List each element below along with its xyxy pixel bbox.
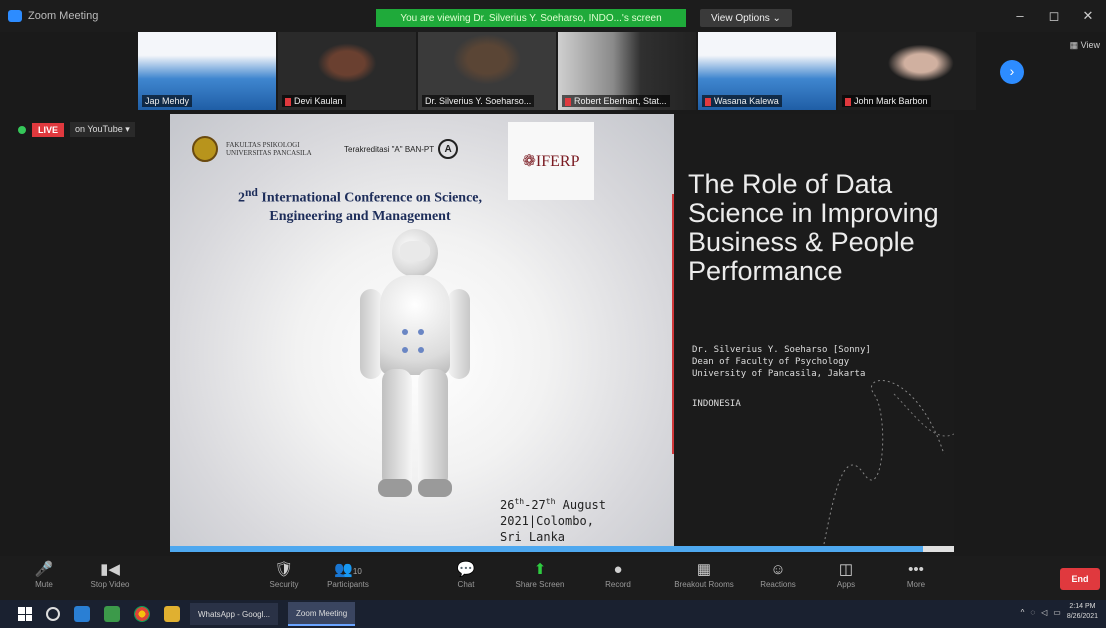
accreditation: Terakreditasi "A" BAN-PT A xyxy=(344,139,459,159)
clock[interactable]: 2:14 PM 8/26/2021 xyxy=(1067,602,1098,622)
search-icon[interactable] xyxy=(46,607,60,621)
slide-progress-fill xyxy=(170,546,923,552)
slide-progress-bar xyxy=(170,546,954,552)
maximize-button[interactable]: ◻ xyxy=(1042,6,1066,26)
shield-status-icon xyxy=(18,125,26,134)
security-button[interactable]: 🛡 Security xyxy=(254,560,314,598)
speaker-info: Dr. Silverius Y. Soeharso [Sonny] Dean o… xyxy=(692,345,871,379)
mail-icon[interactable] xyxy=(74,606,90,622)
battery-icon[interactable]: ▭ xyxy=(1053,608,1061,617)
reactions-icon: ☺ xyxy=(770,561,786,578)
volume-icon[interactable]: ◁ xyxy=(1041,608,1047,617)
next-page-arrow-icon[interactable]: › xyxy=(1000,60,1024,84)
slide-right-panel: The Role of Data Science in Improving Bu… xyxy=(674,114,954,552)
participants-count: 10 xyxy=(352,567,362,576)
network-icon[interactable]: ◌ xyxy=(1030,608,1035,617)
participants-button[interactable]: 👥10 Participants xyxy=(318,560,378,598)
record-button[interactable]: ● Record xyxy=(588,560,648,598)
share-screen-button[interactable]: ⬆ Share Screen xyxy=(510,560,570,598)
live-badge[interactable]: LIVE xyxy=(32,122,65,137)
screen-share-banner: You are viewing Dr. Silverius Y. Soehars… xyxy=(376,9,686,27)
microphone-icon: 🎤 xyxy=(34,561,54,578)
participant-thumbnail[interactable]: Wasana Kalewa xyxy=(698,32,836,110)
muted-mic-icon xyxy=(565,97,571,106)
accreditation-grade: A xyxy=(438,139,459,159)
breakout-rooms-button[interactable]: ▦ Breakout Rooms xyxy=(664,560,744,598)
speaker-country: INDONESIA xyxy=(692,399,741,409)
participant-thumbnail[interactable]: Jap Mehdy xyxy=(138,32,276,110)
chat-button[interactable]: 💬 Chat xyxy=(436,560,496,598)
reactions-button[interactable]: ☺ Reactions xyxy=(748,560,808,598)
more-icon: ••• xyxy=(908,561,924,578)
taskbar-app-zoom[interactable]: Zoom Meeting xyxy=(288,602,356,626)
zoom-app-icon xyxy=(8,10,22,22)
meeting-toolbar: 🎤 Mute ▮◀ Stop Video 🛡 Security 👥10 Part… xyxy=(0,556,1106,600)
view-options-button[interactable]: View Options ⌄ xyxy=(700,9,792,27)
windows-start-icon[interactable] xyxy=(18,607,32,621)
participant-name: Devi Kaulan xyxy=(282,95,346,107)
participant-name: Dr. Silverius Y. Soeharso... xyxy=(422,95,535,107)
participant-thumbnail[interactable]: John Mark Barbon xyxy=(838,32,976,110)
muted-mic-icon xyxy=(285,97,291,106)
participant-strip: Jap Mehdy Devi Kaulan Dr. Silverius Y. S… xyxy=(138,32,976,110)
folder-icon[interactable] xyxy=(164,606,180,622)
breakout-rooms-icon: ▦ xyxy=(696,561,712,578)
taskbar-app-whatsapp[interactable]: WhatsApp - Googl... xyxy=(190,603,279,625)
participant-name: Robert Eberhart, Stat... xyxy=(562,95,670,107)
live-stream-indicator: LIVE on YouTube ▾ xyxy=(18,122,135,137)
windows-taskbar: WhatsApp - Googl... Zoom Meeting ^ ◌ ◁ ▭… xyxy=(0,600,1106,628)
participant-name: Jap Mehdy xyxy=(142,95,193,107)
record-icon: ● xyxy=(613,561,623,578)
astronaut-illustration xyxy=(360,229,470,499)
chrome-icon[interactable] xyxy=(134,606,150,622)
participants-icon: 👥10 xyxy=(334,561,362,578)
shared-screen: FAKULTAS PSIKOLOGI UNIVERSITAS PANCASILA… xyxy=(170,114,954,552)
talk-title: The Role of Data Science in Improving Bu… xyxy=(688,169,939,286)
participant-thumbnail[interactable]: Dr. Silverius Y. Soeharso... xyxy=(418,32,556,110)
more-button[interactable]: ••• More xyxy=(886,560,946,598)
share-screen-icon: ⬆ xyxy=(533,561,547,578)
slide-logo-row: FAKULTAS PSIKOLOGI UNIVERSITAS PANCASILA… xyxy=(192,136,459,162)
document-icon[interactable] xyxy=(104,606,120,622)
tray-chevron-icon[interactable]: ^ xyxy=(1021,608,1025,617)
slide-left-panel: FAKULTAS PSIKOLOGI UNIVERSITAS PANCASILA… xyxy=(170,114,674,552)
accreditation-text: Terakreditasi "A" BAN-PT xyxy=(344,144,435,154)
apps-button[interactable]: ◫ Apps xyxy=(816,560,876,598)
conference-date: 26th-27th August 2021|Colombo, Sri Lanka xyxy=(500,497,606,544)
participant-thumbnail[interactable]: Devi Kaulan xyxy=(278,32,416,110)
muted-mic-icon xyxy=(705,97,711,106)
live-platform-dropdown[interactable]: on YouTube ▾ xyxy=(70,122,135,137)
participant-name: Wasana Kalewa xyxy=(702,95,782,107)
mute-button[interactable]: 🎤 Mute xyxy=(14,560,74,598)
chat-icon: 💬 xyxy=(456,561,476,578)
university-emblem-icon xyxy=(192,136,218,162)
university-logo-text: FAKULTAS PSIKOLOGI UNIVERSITAS PANCASILA xyxy=(226,141,312,157)
minimize-button[interactable]: – xyxy=(1008,6,1032,26)
close-button[interactable]: ✕ xyxy=(1076,6,1100,26)
participant-thumbnail[interactable]: Robert Eberhart, Stat... xyxy=(558,32,696,110)
camera-icon: ▮◀ xyxy=(100,561,120,578)
iferp-logo: ❁IFERP xyxy=(508,122,594,200)
system-tray: ^ ◌ ◁ ▭ 2:14 PM 8/26/2021 xyxy=(1021,602,1098,622)
view-toggle[interactable]: ▦ View xyxy=(1070,40,1100,51)
shield-icon: 🛡 xyxy=(274,561,294,578)
window-title: Zoom Meeting xyxy=(28,10,99,22)
participant-name: John Mark Barbon xyxy=(842,95,931,107)
muted-mic-icon xyxy=(845,97,851,106)
conference-title: 2nd International Conference on Science,… xyxy=(237,186,483,224)
apps-icon: ◫ xyxy=(838,561,854,578)
stop-video-button[interactable]: ▮◀ Stop Video xyxy=(80,560,140,598)
end-meeting-button[interactable]: End xyxy=(1060,568,1100,590)
